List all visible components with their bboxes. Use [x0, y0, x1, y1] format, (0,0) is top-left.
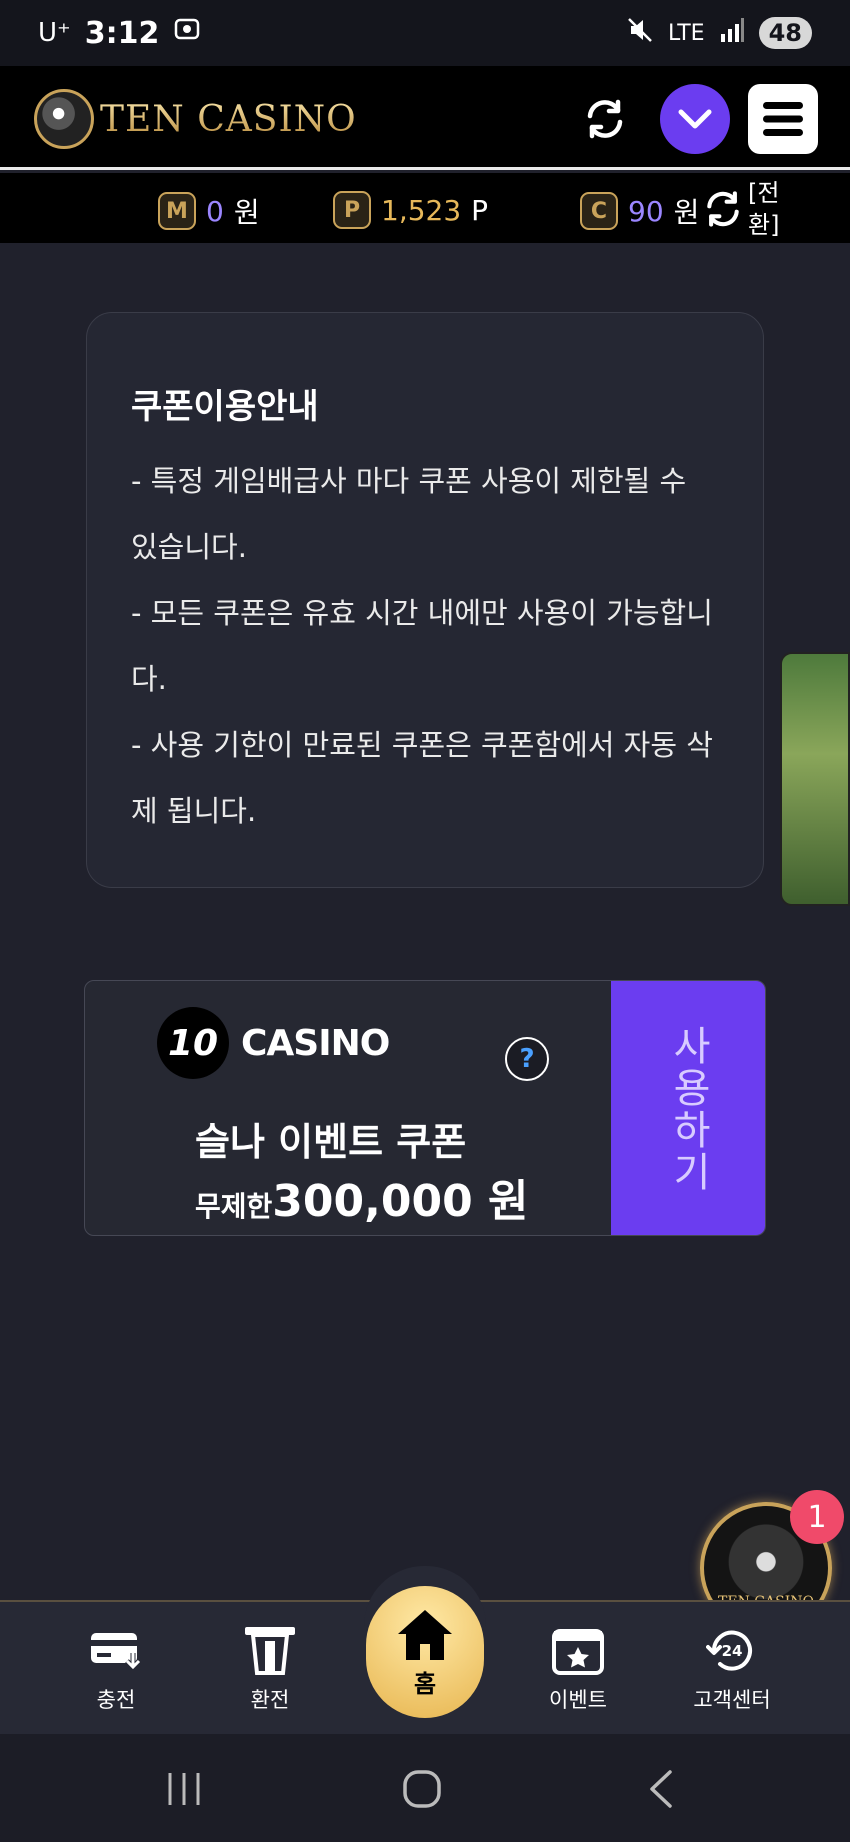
- help-icon[interactable]: ?: [505, 1037, 549, 1081]
- money-balance: M 0 원: [158, 191, 260, 231]
- side-game-popup[interactable]: [780, 652, 850, 906]
- nav-withdraw-label: 환전: [250, 1688, 290, 1712]
- coupon-brand: 10 CASINO: [157, 1007, 390, 1079]
- exchange-button[interactable]: [전환]: [702, 177, 788, 241]
- coupon-notice-card: 쿠폰이용안내 - 특정 게임배급사 마다 쿠폰 사용이 제한될 수 있습니다. …: [86, 312, 764, 888]
- nav-event-label: 이벤트: [549, 1688, 607, 1712]
- use-coupon-button[interactable]: 사용하기: [611, 981, 765, 1235]
- coupon-limit-label: 무제한: [195, 1190, 273, 1223]
- nav-charge-label: 충전: [96, 1688, 136, 1712]
- notification-badge: 1: [790, 1490, 844, 1544]
- brand-logo-icon: 10: [157, 1007, 229, 1079]
- coupon-card: 10 CASINO ? 슬나 이벤트 쿠폰 무제한 300,000 원 사용하기: [84, 980, 766, 1236]
- status-bar: U⁺ 3:12 LTE 48: [0, 0, 850, 66]
- battery-indicator: 48: [758, 17, 812, 49]
- logo-text: TEN CASINO: [100, 98, 357, 140]
- chevron-down-icon: [678, 109, 712, 129]
- status-time: 3:12: [84, 15, 160, 51]
- exchange-label: [전환]: [748, 179, 780, 239]
- app-header: TEN CASINO: [0, 66, 850, 170]
- notice-list: - 특정 게임배급사 마다 쿠폰 사용이 제한될 수 있습니다. - 모든 쿠폰…: [131, 448, 719, 844]
- mute-icon: [626, 16, 654, 50]
- svg-text:24: 24: [722, 1642, 743, 1660]
- nav-support[interactable]: 24 고객센터: [672, 1624, 792, 1724]
- nav-charge[interactable]: 충전: [56, 1624, 176, 1724]
- nav-home-label: 홈: [413, 1669, 437, 1698]
- coupon-name: 슬나 이벤트 쿠폰: [195, 1120, 467, 1164]
- site-logo[interactable]: TEN CASINO: [34, 84, 357, 154]
- coupon-unit: 원: [673, 196, 700, 229]
- money-value: 0: [206, 194, 224, 228]
- carrier-label: U⁺: [38, 18, 71, 48]
- back-chevron-icon: [650, 1770, 672, 1808]
- card-deposit-icon: [88, 1624, 144, 1676]
- notice-item: - 사용 기한이 만료된 쿠폰은 쿠폰함에서 자동 삭제 됩니다.: [131, 728, 713, 828]
- balance-bar: M 0 원 P 1,523 P C 90 원 [전환]: [0, 173, 850, 243]
- hamburger-menu-icon: [763, 102, 803, 136]
- network-label: LTE: [668, 20, 705, 46]
- menu-button[interactable]: [748, 84, 818, 154]
- coupon-balance: C 90 원: [580, 191, 699, 231]
- money-badge-icon: M: [158, 192, 196, 230]
- points-balance: P 1,523 P: [333, 191, 488, 229]
- home-circle-icon: [403, 1770, 441, 1808]
- notice-item: - 모든 쿠폰은 유효 시간 내에만 사용이 가능합니다.: [131, 596, 713, 696]
- refresh-button[interactable]: [570, 84, 640, 154]
- dropdown-button[interactable]: [660, 84, 730, 154]
- nav-event[interactable]: 이벤트: [518, 1624, 638, 1724]
- home-system-button[interactable]: [392, 1764, 452, 1814]
- coupon-badge-icon: C: [580, 192, 618, 230]
- home-icon: [398, 1609, 452, 1660]
- coupon-value: 90: [628, 194, 664, 228]
- exchange-refresh-icon: [707, 191, 739, 227]
- coupon-amount-row: 무제한 300,000 원: [195, 1165, 529, 1229]
- notice-item: - 특정 게임배급사 마다 쿠폰 사용이 제한될 수 있습니다.: [131, 464, 687, 564]
- notice-title: 쿠폰이용안내: [131, 387, 319, 427]
- points-unit: P: [471, 193, 489, 227]
- points-value: 1,523: [381, 193, 462, 227]
- coupon-amount: 300,000 원: [272, 1176, 529, 1227]
- recent-apps-icon: [168, 1773, 200, 1805]
- signal-icon: [719, 18, 745, 48]
- back-button[interactable]: [630, 1764, 690, 1814]
- logo-emblem-icon: [34, 89, 94, 149]
- refresh-icon: [587, 99, 623, 139]
- points-badge-icon: P: [333, 191, 371, 229]
- recent-apps-button[interactable]: [154, 1764, 214, 1814]
- calendar-star-icon: [550, 1624, 606, 1676]
- nav-home[interactable]: 홈: [366, 1586, 484, 1718]
- money-unit: 원: [233, 196, 260, 229]
- screenshot-icon: [173, 15, 201, 51]
- nav-withdraw[interactable]: 환전: [210, 1624, 330, 1724]
- system-nav-bar: [0, 1734, 850, 1842]
- brand-text: CASINO: [241, 1022, 390, 1064]
- nav-support-label: 고객센터: [693, 1688, 771, 1712]
- support-24h-icon: 24: [704, 1624, 760, 1676]
- atm-withdraw-icon: [242, 1624, 298, 1676]
